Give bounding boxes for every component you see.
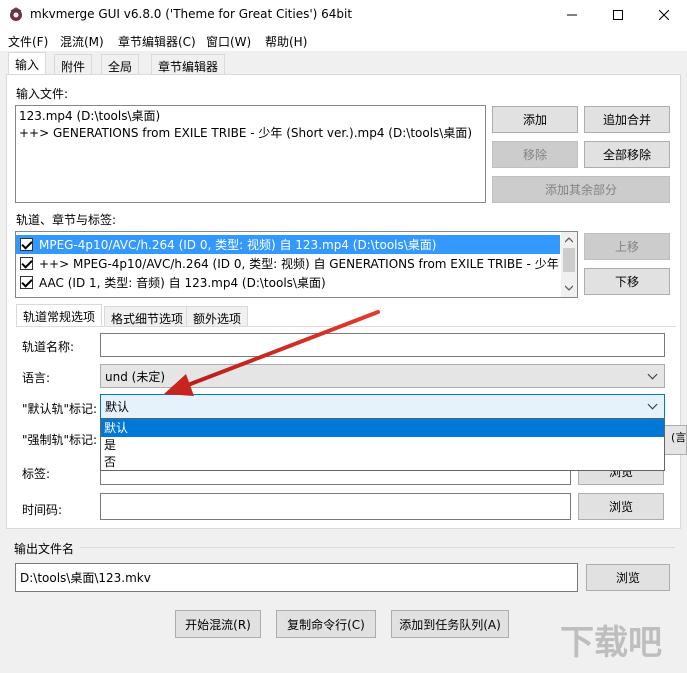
move-down-button[interactable]: 下移 xyxy=(584,268,670,295)
input-files-list[interactable]: 123.mp4 (D:\tools\桌面) ++> GENERATIONS fr… xyxy=(15,105,486,203)
dropdown-option-default[interactable]: 默认 xyxy=(101,420,664,437)
default-flag-value: 默认 xyxy=(105,400,130,414)
dropdown-option-no[interactable]: 否 xyxy=(101,454,664,471)
menu-file[interactable]: 文件(F) xyxy=(8,33,48,50)
input-files-label: 输入文件: xyxy=(16,87,69,101)
add-rest-button[interactable]: 添加其余部分 xyxy=(492,176,670,203)
track-row[interactable]: AAC (ID 1, 类型: 音频) 自 123.mp4 (D:\tools\桌… xyxy=(16,273,560,292)
add-button[interactable]: 添加 xyxy=(492,106,578,133)
annotation-arrow-icon xyxy=(164,310,380,396)
timecode-label: 时间码: xyxy=(22,503,63,517)
chevron-down-icon xyxy=(647,369,658,380)
chevron-down-icon xyxy=(647,399,658,410)
dropdown-option-yes[interactable]: 是 xyxy=(101,437,664,454)
tab-global[interactable]: 全局 xyxy=(101,54,140,75)
tags-label: 标签: xyxy=(22,467,51,481)
timecode-browse-button[interactable]: 浏览 xyxy=(578,493,664,520)
checkbox-checked[interactable] xyxy=(20,238,33,251)
track-row-label: MPEG-4p10/AVC/h.264 (ID 0, 类型: 视频) 自 123… xyxy=(39,238,437,252)
scroll-down-icon[interactable] xyxy=(565,285,573,291)
remove-all-button[interactable]: 全部移除 xyxy=(584,141,670,168)
forced-flag-partial: (言 xyxy=(671,431,687,444)
track-row[interactable]: MPEG-4p10/AVC/h.264 (ID 0, 类型: 视频) 自 123… xyxy=(16,235,560,254)
tab-input[interactable]: 输入 xyxy=(8,52,47,75)
output-group-line xyxy=(80,547,675,548)
output-browse-button[interactable]: 浏览 xyxy=(586,564,670,591)
minimize-icon xyxy=(567,14,577,16)
close-icon xyxy=(659,10,669,20)
track-name-label: 轨道名称: xyxy=(22,340,75,354)
checkbox-checked[interactable] xyxy=(20,276,33,289)
maximize-button[interactable] xyxy=(595,0,641,30)
copy-command-button[interactable]: 复制命令行(C) xyxy=(276,610,376,638)
timecode-input[interactable] xyxy=(100,493,571,520)
track-row-label: ++> MPEG-4p10/AVC/h.264 (ID 0, 类型: 视频) 自… xyxy=(39,257,560,271)
tab-track-general[interactable]: 轨道常规选项 xyxy=(16,304,103,327)
move-up-button[interactable]: 上移 xyxy=(584,233,670,260)
tracks-scrollbar[interactable] xyxy=(561,232,577,297)
menu-chapter-editor[interactable]: 章节编辑器(C) xyxy=(118,33,196,50)
start-mux-button[interactable]: 开始混流(R) xyxy=(175,610,261,638)
remove-button[interactable]: 移除 xyxy=(492,141,578,168)
watermark-text: 下载吧 xyxy=(560,623,662,663)
forced-flag-label: "强制轨"标记: xyxy=(22,433,98,447)
tracks-label: 轨道、章节与标签: xyxy=(16,213,117,227)
output-label: 输出文件名 xyxy=(14,542,75,556)
default-flag-dropdown[interactable]: 默认 是 否 xyxy=(100,419,665,471)
input-file-item[interactable]: 123.mp4 (D:\tools\桌面) xyxy=(16,108,485,125)
app-icon xyxy=(10,7,22,21)
input-file-item[interactable]: ++> GENERATIONS from EXILE TRIBE - 少年 (S… xyxy=(16,125,485,142)
menu-mux[interactable]: 混流(M) xyxy=(60,33,104,50)
minimize-button[interactable] xyxy=(549,0,595,30)
tracks-list[interactable]: MPEG-4p10/AVC/h.264 (ID 0, 类型: 视频) 自 123… xyxy=(15,231,578,298)
scrollbar-thumb[interactable] xyxy=(563,248,575,272)
tab-chapter-editor[interactable]: 章节编辑器 xyxy=(151,54,226,75)
tab-attachments[interactable]: 附件 xyxy=(54,54,93,75)
menu-bar: 文件(F) 混流(M) 章节编辑器(C) 窗口(W) 帮助(H) xyxy=(0,30,687,51)
checkbox-checked[interactable] xyxy=(20,257,33,270)
language-label: 语言: xyxy=(22,371,51,385)
default-flag-label: "默认轨"标记: xyxy=(22,402,98,416)
close-button[interactable] xyxy=(641,0,687,30)
output-filename-input[interactable]: D:\tools\桌面\123.mkv xyxy=(15,563,578,592)
maximize-icon xyxy=(613,10,623,20)
track-row[interactable]: ++> MPEG-4p10/AVC/h.264 (ID 0, 类型: 视频) 自… xyxy=(16,254,560,273)
title-bar: mkvmerge GUI v6.8.0 ('Theme for Great Ci… xyxy=(0,0,687,30)
add-to-queue-button[interactable]: 添加到任务队列(A) xyxy=(391,610,509,638)
track-row-label: AAC (ID 1, 类型: 音频) 自 123.mp4 (D:\tools\桌… xyxy=(39,276,326,290)
menu-window[interactable]: 窗口(W) xyxy=(206,33,251,50)
watermark-logo: 下载吧 xyxy=(560,618,687,673)
append-button[interactable]: 追加合并 xyxy=(584,106,670,133)
scroll-up-icon[interactable] xyxy=(565,237,573,243)
window-title: mkvmerge GUI v6.8.0 ('Theme for Great Ci… xyxy=(30,7,353,21)
menu-help[interactable]: 帮助(H) xyxy=(265,33,307,50)
